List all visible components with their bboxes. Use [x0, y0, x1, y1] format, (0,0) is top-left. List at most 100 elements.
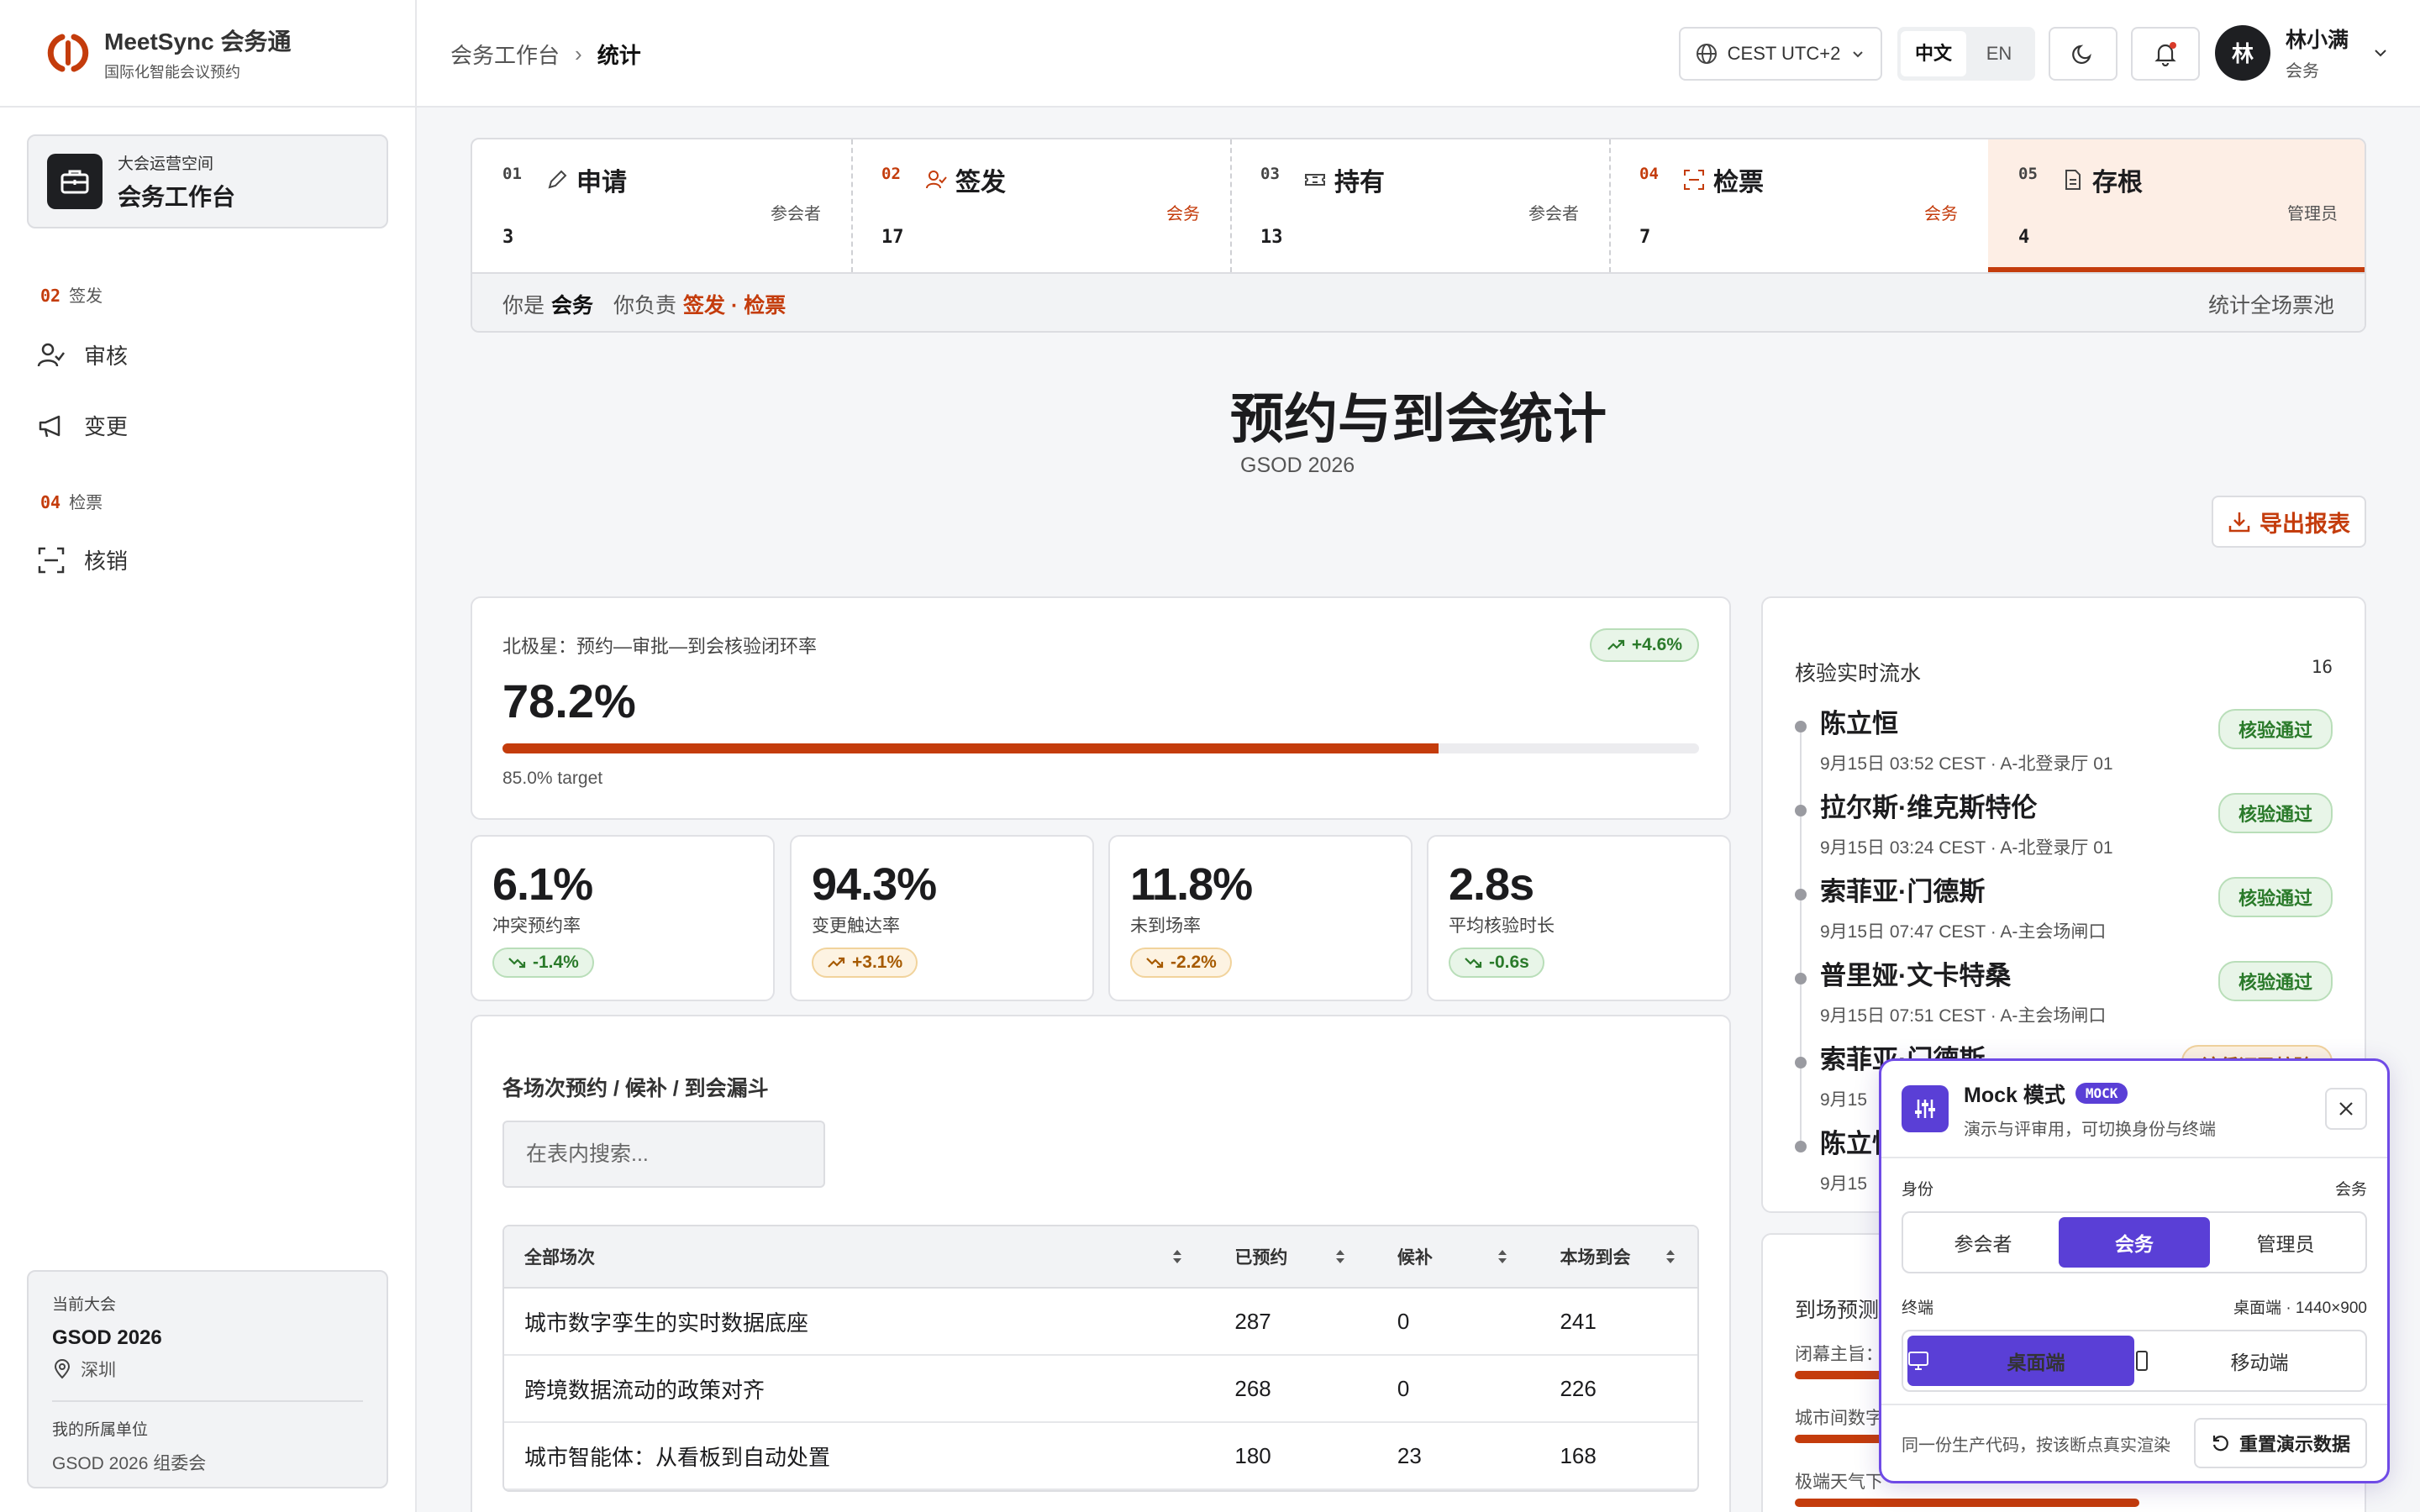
- language-toggle[interactable]: 中文 EN: [1897, 27, 2035, 81]
- user-check-icon: [926, 171, 947, 189]
- identity-admin[interactable]: 管理员: [2210, 1217, 2361, 1268]
- org-label: 我的所属单位: [52, 1421, 149, 1439]
- step-check[interactable]: 04 检票 会务 7: [1609, 139, 1988, 272]
- org-name: GSOD 2026 组委会: [52, 1454, 207, 1473]
- trend-down-icon: [508, 958, 526, 969]
- breadcrumb-current: 统计: [597, 43, 641, 68]
- table-row[interactable]: 跨境数据流动的政策对齐 268 0 226: [504, 1356, 1697, 1423]
- avatar: 林: [2215, 24, 2270, 81]
- status-badge: 核验通过: [2217, 709, 2333, 749]
- close-button[interactable]: [2325, 1088, 2367, 1130]
- status-badge: 核验通过: [2217, 961, 2333, 1001]
- north-star-target: 85.0% target: [502, 769, 603, 788]
- user-menu[interactable]: 林 林小满 会务: [2215, 24, 2389, 81]
- kpi-delta-badge: +3.1%: [812, 948, 918, 978]
- monitor-icon: [1908, 1352, 1928, 1370]
- column-header-session[interactable]: 全部场次: [504, 1244, 1214, 1269]
- feed-item[interactable]: 索菲亚·门德斯 9月15日 07:47 CEST · A-主会场闸口 核验通过: [1795, 870, 2333, 973]
- globe-icon: [1696, 44, 1717, 64]
- feed-title: 核验实时流水: [1795, 662, 1922, 685]
- trend-up-icon: [1607, 639, 1624, 650]
- sidebar-item-verify[interactable]: 核销: [37, 544, 128, 575]
- feed-item[interactable]: 普里娅·文卡特桑 9月15日 07:51 CEST · A-主会场闸口 核验通过: [1795, 954, 2333, 1057]
- current-event-label: 当前大会: [52, 1296, 117, 1314]
- workspace-switcher[interactable]: 大会运营空间 会务工作台: [27, 134, 388, 228]
- lang-zh[interactable]: 中文: [1901, 31, 1966, 76]
- table-row[interactable]: 城市智能体：从看板到自动处置 180 23 168: [504, 1423, 1697, 1490]
- chevron-down-icon: [2375, 49, 2386, 56]
- column-header-waitlist[interactable]: 候补: [1377, 1244, 1540, 1269]
- identity-staff[interactable]: 会务: [2059, 1217, 2210, 1268]
- table-row[interactable]: 城市数字孪生的实时数据底座 287 0 241: [504, 1289, 1697, 1356]
- user-name: 林小满: [2286, 29, 2349, 52]
- lang-en[interactable]: EN: [1966, 31, 2032, 76]
- terminal-mobile[interactable]: 移动端: [2134, 1336, 2361, 1386]
- trend-down-icon: [1465, 958, 1482, 969]
- mock-title: Mock 模式: [1964, 1083, 2065, 1107]
- sort-icon: [1665, 1250, 1675, 1263]
- brand[interactable]: MeetSync 会务通 国际化智能会议预约: [0, 0, 415, 108]
- scan-icon: [1684, 170, 1704, 190]
- identity-attendee[interactable]: 参会者: [1907, 1217, 2059, 1268]
- kpi-delta-badge: -0.6s: [1449, 948, 1544, 978]
- divider: [52, 1400, 363, 1402]
- briefcase-icon: [47, 154, 103, 209]
- chevron-down-icon: [1853, 51, 1864, 58]
- kpi-card-verify-time: 2.8s 平均核验时长 -0.6s: [1427, 835, 1731, 1001]
- feed-item[interactable]: 陈立恒 9月15日 03:52 CEST · A-北登录厅 01 核验通过: [1795, 702, 2333, 805]
- reset-demo-button[interactable]: 重置演示数据: [2193, 1418, 2367, 1468]
- identity-switcher: 参会者 会务 管理员: [1902, 1211, 2367, 1273]
- funnel-title: 各场次预约 / 候补 / 到会漏斗: [502, 1077, 769, 1100]
- sidebar: MeetSync 会务通 国际化智能会议预约 大会运营空间 会务工作台 02 签发…: [0, 0, 417, 1512]
- status-badge: 核验通过: [2217, 793, 2333, 833]
- mock-header: Mock 模式 MOCK 演示与评审用，可切换身份与终端: [1881, 1061, 2387, 1158]
- user-check-icon: [37, 343, 65, 366]
- export-report-button[interactable]: 导出报表: [2212, 496, 2366, 548]
- feed-item[interactable]: 拉尔斯·维克斯特伦 9月15日 03:24 CEST · A-北登录厅 01 核…: [1795, 786, 2333, 889]
- table-search-input[interactable]: [502, 1121, 825, 1188]
- north-star-progress: [502, 743, 1699, 753]
- feed-count: 16: [2311, 657, 2333, 677]
- page-title: 预约与到会统计: [1230, 389, 1607, 449]
- theme-toggle-button[interactable]: [2049, 27, 2118, 81]
- funnel-table: 全部场次 已预约 候补 本场到会 城市数字孪生的实时数据底座 287 0 241…: [502, 1225, 1699, 1492]
- notifications-button[interactable]: [2131, 27, 2200, 81]
- column-header-attended[interactable]: 本场到会: [1539, 1244, 1697, 1269]
- workspace-title: 会务工作台: [118, 183, 236, 210]
- trend-up-icon: [828, 957, 845, 968]
- brand-tagline: 国际化智能会议预约: [104, 64, 240, 81]
- user-role: 会务: [2286, 62, 2319, 81]
- sidebar-item-review[interactable]: 审核: [37, 339, 128, 370]
- forecast-bar: [1795, 1499, 2139, 1507]
- step-apply[interactable]: 01 申请 参会者 3: [472, 139, 851, 272]
- nav-section-issue: 02 签发: [40, 286, 103, 306]
- bell-icon: [2154, 42, 2176, 66]
- breadcrumb-root[interactable]: 会务工作台: [450, 39, 560, 70]
- north-star-progress-fill: [502, 743, 1439, 753]
- ticket-icon: [1305, 174, 1325, 186]
- current-event-card: 当前大会 GSOD 2026 深圳 我的所属单位 GSOD 2026 组委会: [27, 1270, 388, 1488]
- workspace-label: 大会运营空间: [118, 155, 214, 173]
- step-hold[interactable]: 03 持有 参会者 13: [1230, 139, 1609, 272]
- trend-down-icon: [1146, 958, 1164, 969]
- table-header: 全部场次 已预约 候补 本场到会: [504, 1226, 1697, 1289]
- sort-icon: [1498, 1250, 1507, 1263]
- terminal-desktop[interactable]: 桌面端: [1907, 1336, 2134, 1386]
- page-subtitle: GSOD 2026: [1240, 454, 1355, 477]
- kpi-delta-badge: -2.2%: [1130, 948, 1232, 978]
- top-header: 会务工作台 › 统计 CEST UTC+2 中文 EN 林 林小满 会务: [417, 0, 2420, 108]
- kpi-card-reach: 94.3% 变更触达率 +3.1%: [790, 835, 1094, 1001]
- step-stub[interactable]: 05 存根 管理员 4: [1988, 139, 2365, 272]
- kpi-card-conflict: 6.1% 冲突预约率 -1.4%: [471, 835, 775, 1001]
- timezone-select[interactable]: CEST UTC+2: [1679, 27, 1882, 81]
- column-header-booked[interactable]: 已预约: [1214, 1244, 1377, 1269]
- terminal-row: 终端 桌面端 · 1440×900: [1902, 1299, 2367, 1317]
- reset-icon: [2212, 1436, 2228, 1452]
- step-issue[interactable]: 02 签发 会务 17: [851, 139, 1230, 272]
- chevron-right-icon: ›: [575, 41, 582, 66]
- sidebar-item-change[interactable]: 变更: [37, 410, 128, 441]
- moon-icon: [2072, 45, 2091, 64]
- event-location: 深圳: [52, 1357, 363, 1382]
- breadcrumb: 会务工作台 › 统计: [450, 39, 641, 70]
- pool-scope: 统计全场票池: [2207, 294, 2334, 318]
